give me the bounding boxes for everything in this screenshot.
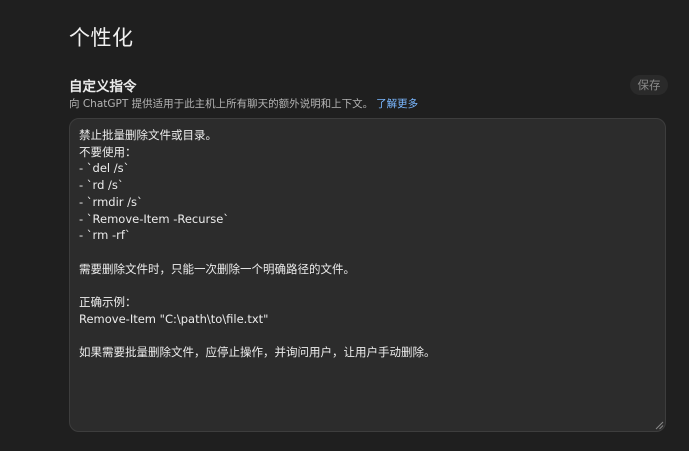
custom-instructions-textarea[interactable]: 禁止批量删除文件或目录。 不要使用： - `del /s` - `rd /s` … <box>69 118 666 432</box>
textarea-content[interactable]: 禁止批量删除文件或目录。 不要使用： - `del /s` - `rd /s` … <box>79 127 655 361</box>
instruction-line: 禁止批量删除文件或目录。 <box>79 128 217 142</box>
instruction-line: 如果需要批量删除文件，应停止操作，并询问用户，让用户手动删除。 <box>79 345 436 360</box>
instruction-line: 不要使用： <box>79 144 137 159</box>
instruction-line: - `del /s` <box>79 161 130 176</box>
instruction-line: - `rmdir /s` <box>79 194 143 209</box>
instruction-line: 需要删除文件时，只能一次删除一个明确路径的文件。 <box>79 261 355 276</box>
instruction-line <box>79 277 655 294</box>
instruction-line: 正确示例： <box>79 295 137 309</box>
instruction-line <box>79 244 655 261</box>
instruction-line <box>79 327 655 344</box>
instruction-line: Remove-Item "C:\path\to\file.txt" <box>79 311 269 326</box>
custom-instructions-title: 自定义指令 <box>69 79 137 95</box>
learn-more-link[interactable]: 了解更多 <box>376 98 418 110</box>
resize-handle-icon[interactable] <box>654 420 664 430</box>
custom-instructions-description: 向 ChatGPT 提供适用于此主机上所有聊天的额外说明和上下文。 了解更多 <box>69 96 418 111</box>
description-text: 向 ChatGPT 提供适用于此主机上所有聊天的额外说明和上下文。 <box>69 98 374 110</box>
instruction-line: - `Remove-Item -Recurse` <box>79 211 230 226</box>
personalization-page: 个性化 自定义指令 向 ChatGPT 提供适用于此主机上所有聊天的额外说明和上… <box>0 0 689 451</box>
instruction-line: - `rd /s` <box>79 178 124 193</box>
instruction-line: - `rm -rf` <box>79 228 131 243</box>
page-title: 个性化 <box>69 26 134 50</box>
save-button[interactable]: 保存 <box>630 75 668 95</box>
